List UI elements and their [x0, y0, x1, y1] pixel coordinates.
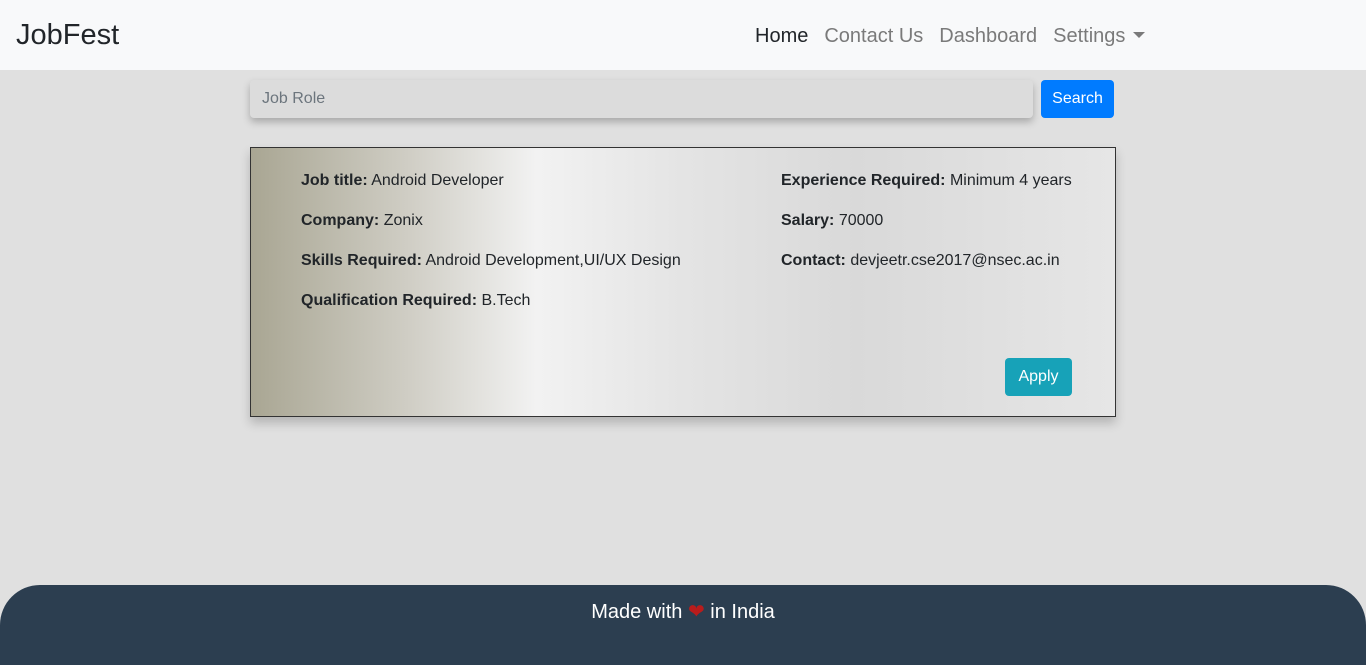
company-field: Company: Zonix — [301, 209, 423, 233]
footer: Made with ❤ in India — [0, 585, 1366, 665]
job-title-value: Android Developer — [371, 172, 504, 189]
contact-label: Contact: — [781, 252, 846, 269]
navbar: JobFest Home Contact Us Dashboard Settin… — [0, 0, 1366, 70]
experience-value: Minimum 4 years — [949, 172, 1072, 189]
salary-value: 70000 — [838, 212, 884, 229]
salary-label: Salary: — [781, 212, 835, 229]
company-value: Zonix — [383, 212, 423, 229]
job-card: Job title: Android Developer Company: Zo… — [250, 147, 1116, 417]
nav-contact-us[interactable]: Contact Us — [816, 21, 931, 51]
nav-links: Home Contact Us Dashboard Settings — [747, 21, 1153, 51]
salary-field: Salary: 70000 — [781, 209, 883, 233]
qualification-value: B.Tech — [481, 292, 531, 309]
experience-field: Experience Required: Minimum 4 years — [781, 169, 1072, 193]
contact-value: devjeetr.cse2017@nsec.ac.in — [850, 252, 1060, 269]
skills-field: Skills Required: Android Development,UI/… — [301, 249, 681, 273]
job-title-label: Job title: — [301, 172, 368, 189]
heart-icon: ❤ — [687, 601, 705, 623]
job-role-search-input[interactable] — [250, 80, 1033, 118]
brand-logo[interactable]: JobFest — [16, 17, 119, 53]
caret-down-icon — [1133, 31, 1146, 38]
company-label: Company: — [301, 212, 380, 229]
nav-settings-label: Settings — [1053, 25, 1126, 47]
contact-field: Contact: devjeetr.cse2017@nsec.ac.in — [781, 249, 1060, 273]
experience-label: Experience Required: — [781, 172, 946, 189]
nav-dashboard[interactable]: Dashboard — [931, 21, 1045, 51]
skills-label: Skills Required: — [301, 252, 422, 269]
search-button[interactable]: Search — [1041, 80, 1114, 118]
footer-suffix: in India — [710, 601, 775, 623]
nav-home[interactable]: Home — [747, 21, 816, 51]
job-title-field: Job title: Android Developer — [301, 169, 504, 193]
qualification-label: Qualification Required: — [301, 292, 478, 309]
skills-value: Android Development,UI/UX Design — [425, 252, 681, 269]
nav-settings-dropdown[interactable]: Settings — [1045, 21, 1153, 51]
qualification-field: Qualification Required: B.Tech — [301, 289, 530, 313]
footer-prefix: Made with — [591, 601, 683, 623]
footer-text: Made with ❤ in India — [591, 599, 775, 625]
apply-button[interactable]: Apply — [1005, 358, 1072, 396]
